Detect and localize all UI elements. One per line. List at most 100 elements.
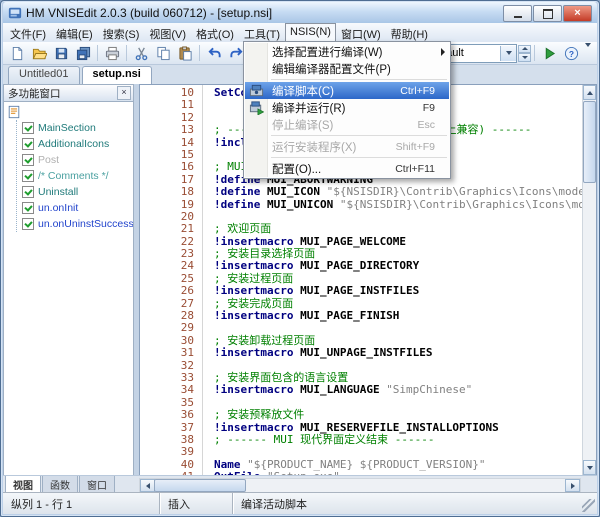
scroll-left-arrow[interactable] bbox=[140, 479, 155, 492]
code-line[interactable]: 20 bbox=[140, 211, 583, 223]
line-number: 36 bbox=[140, 409, 202, 421]
section-tree: MainSectionAdditionalIcons Post /* Comment… bbox=[3, 101, 134, 476]
menu-item-settings[interactable]: 配置(O)...Ctrl+F11 bbox=[245, 160, 449, 177]
code-line[interactable]: 34!insertmacro MUI_LANGUAGE "SimpChinese… bbox=[140, 384, 583, 396]
tree-item-checkbox[interactable] bbox=[22, 170, 34, 182]
menu-tools[interactable]: 工具(T) bbox=[239, 23, 285, 42]
code-line[interactable]: 40Name "${PRODUCT_NAME} ${PRODUCT_VERSIO… bbox=[140, 459, 583, 471]
line-number: 34 bbox=[140, 384, 202, 396]
help-button[interactable]: ? bbox=[560, 43, 582, 64]
tab-untitled01[interactable]: Untitled01 bbox=[8, 66, 80, 84]
line-number: 24 bbox=[140, 260, 202, 272]
code-line[interactable]: 29 bbox=[140, 322, 583, 334]
submenu-arrow-icon bbox=[441, 48, 445, 56]
combobox-dropdown-arrow[interactable] bbox=[500, 46, 516, 61]
script-icon bbox=[7, 105, 21, 119]
menu-format[interactable]: 格式(O) bbox=[191, 23, 239, 42]
tree-item[interactable]: AdditionalIcons bbox=[17, 136, 133, 152]
code-line[interactable]: 24!insertmacro MUI_PAGE_DIRECTORY bbox=[140, 260, 583, 272]
menu-item-label: 编辑编译器配置文件(P) bbox=[272, 61, 391, 77]
menu-window[interactable]: 窗口(W) bbox=[336, 23, 386, 42]
menu-shortcut: Esc bbox=[417, 119, 449, 131]
scroll-right-arrow[interactable] bbox=[565, 479, 580, 492]
cursor-position: 纵列 1 - 行 1 bbox=[3, 493, 160, 514]
menu-help[interactable]: 帮助(H) bbox=[386, 23, 433, 42]
menu-file[interactable]: 文件(F) bbox=[5, 23, 51, 42]
undo-button[interactable] bbox=[203, 43, 225, 64]
code-line[interactable]: 19!define MUI_UNICON "${NSISDIR}\Contrib… bbox=[140, 199, 583, 211]
save-icon bbox=[54, 46, 69, 61]
tree-item-checkbox[interactable] bbox=[22, 218, 34, 230]
toolbar-separator bbox=[534, 45, 535, 61]
bottom-strip: 视图函数窗口 bbox=[3, 475, 597, 493]
tree-item-checkbox[interactable] bbox=[22, 186, 34, 198]
menu-item-label: 运行安装程序(X) bbox=[272, 139, 356, 155]
tree-item[interactable]: Uninstall bbox=[17, 184, 133, 200]
menu-item-stop-compile[interactable]: 停止编译(S)Esc bbox=[245, 116, 449, 133]
run-installer-button[interactable] bbox=[538, 43, 560, 64]
menu-item-compile-run[interactable]: 编译并运行(R)F9 bbox=[245, 99, 449, 116]
code-line[interactable]: 26!insertmacro MUI_PAGE_INSTFILES bbox=[140, 285, 583, 297]
tree-item-label: un.onInit bbox=[38, 202, 78, 214]
tree-item[interactable]: un.onUninstSuccess bbox=[17, 216, 133, 232]
scroll-up-arrow[interactable] bbox=[583, 85, 596, 100]
sidebar-close-icon[interactable]: × bbox=[117, 86, 131, 100]
close-button[interactable]: × bbox=[563, 5, 592, 22]
minimize-button[interactable] bbox=[503, 5, 532, 22]
menu-item-run-installer[interactable]: 运行安装程序(X)Shift+F9 bbox=[245, 138, 449, 155]
tree-item-checkbox[interactable] bbox=[22, 122, 34, 134]
stepper-down-arrow[interactable] bbox=[518, 53, 531, 62]
save-all-button[interactable] bbox=[72, 43, 94, 64]
menu-item-select-config-compile[interactable]: 选择配置进行编译(W) bbox=[245, 43, 449, 60]
tab-setup-nsi[interactable]: setup.nsi bbox=[82, 66, 152, 85]
tree-item-checkbox[interactable] bbox=[22, 154, 34, 166]
config-stepper[interactable] bbox=[518, 45, 531, 62]
editor-hscrollbar[interactable] bbox=[139, 478, 581, 493]
compile-script-icon bbox=[245, 83, 267, 98]
menu-view[interactable]: 视图(V) bbox=[144, 23, 191, 42]
menu-edit[interactable]: 编辑(E) bbox=[51, 23, 98, 42]
undo-icon bbox=[207, 46, 222, 61]
tree-item[interactable]: /* Comments */ bbox=[17, 168, 133, 184]
code-line[interactable]: 22!insertmacro MUI_PAGE_WELCOME bbox=[140, 236, 583, 248]
hscroll-thumb[interactable] bbox=[154, 479, 246, 492]
resize-grip[interactable] bbox=[582, 499, 595, 512]
tree-root[interactable] bbox=[7, 104, 133, 120]
app-icon[interactable] bbox=[8, 6, 22, 20]
tree-items: MainSectionAdditionalIcons Post /* Comment… bbox=[16, 120, 133, 232]
maximize-button[interactable] bbox=[533, 5, 562, 22]
paste-button[interactable] bbox=[174, 43, 196, 64]
cut-button[interactable] bbox=[130, 43, 152, 64]
code-line[interactable]: 28!insertmacro MUI_PAGE_FINISH bbox=[140, 310, 583, 322]
menu-item-edit-compiler-config[interactable]: 编辑编译器配置文件(P) bbox=[245, 60, 449, 77]
menu-separator bbox=[271, 79, 447, 80]
vscroll-thumb[interactable] bbox=[583, 101, 596, 183]
toolbar-separator bbox=[199, 45, 200, 61]
tree-item-checkbox[interactable] bbox=[22, 202, 34, 214]
tree-item[interactable]: un.onInit bbox=[17, 200, 133, 216]
new-file-button[interactable] bbox=[6, 43, 28, 64]
code-line[interactable]: 31!insertmacro MUI_UNPAGE_INSTFILES bbox=[140, 347, 583, 359]
code-line[interactable]: 35 bbox=[140, 397, 583, 409]
scroll-down-arrow[interactable] bbox=[583, 460, 596, 475]
editor-vscrollbar[interactable] bbox=[582, 85, 596, 475]
toolbar-overflow-chevron[interactable] bbox=[582, 47, 594, 59]
menu-search[interactable]: 搜索(S) bbox=[98, 23, 145, 42]
menu-item-compile-script[interactable]: 编译脚本(C)Ctrl+F9 bbox=[245, 82, 449, 99]
code-line[interactable]: 32 bbox=[140, 360, 583, 372]
code-line[interactable]: 38; ------ MUI 现代界面定义结束 ------ bbox=[140, 434, 583, 446]
titlebar: HM VNISEdit 2.0.3 (build 060712) - [setu… bbox=[3, 2, 597, 23]
tree-item-label: Post bbox=[38, 154, 59, 166]
save-button[interactable] bbox=[50, 43, 72, 64]
print-button[interactable] bbox=[101, 43, 123, 64]
tree-item[interactable]: Post bbox=[17, 152, 133, 168]
window-title: HM VNISEdit 2.0.3 (build 060712) - [setu… bbox=[26, 6, 272, 20]
line-number: 31 bbox=[140, 347, 202, 359]
copy-button[interactable] bbox=[152, 43, 174, 64]
stepper-up-arrow[interactable] bbox=[518, 45, 531, 54]
open-file-button[interactable] bbox=[28, 43, 50, 64]
tree-item[interactable]: MainSection bbox=[17, 120, 133, 136]
menu-nsis[interactable]: NSIS(N) bbox=[285, 23, 336, 42]
tree-item-checkbox[interactable] bbox=[22, 138, 34, 150]
line-number: 18 bbox=[140, 186, 202, 198]
